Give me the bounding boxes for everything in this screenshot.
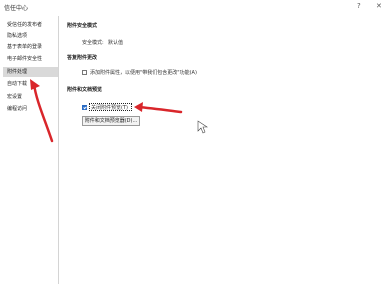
- red-arrow-sidebar: [32, 82, 54, 143]
- red-arrow-checkbox-head: [134, 102, 143, 112]
- red-arrow-checkbox: [136, 105, 183, 114]
- annotation-overlay: [30, 79, 208, 143]
- mouse-cursor-icon: [197, 120, 208, 134]
